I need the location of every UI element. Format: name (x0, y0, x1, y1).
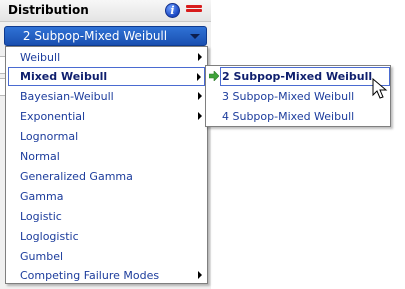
submenu-item-label: 2 Subpop-Mixed Weibull (222, 70, 373, 83)
info-icon[interactable]: i (165, 3, 180, 18)
menu-item-label: Loglogistic (20, 230, 79, 243)
submenu-item-3-subpop[interactable]: 3 Subpop-Mixed Weibull (220, 87, 390, 106)
menu-item-label: Gamma (20, 190, 64, 203)
chevron-down-icon[interactable] (190, 34, 200, 39)
menu-item-gamma[interactable]: Gamma (8, 187, 205, 206)
submenu-item-2-subpop[interactable]: 2 Subpop-Mixed Weibull (220, 67, 390, 86)
mixed-weibull-submenu: 2 Subpop-Mixed Weibull 3 Subpop-Mixed We… (205, 65, 391, 127)
submenu-item-4-subpop[interactable]: 4 Subpop-Mixed Weibull (220, 107, 390, 126)
selected-arrow-icon (209, 71, 219, 81)
submenu-arrow-icon (198, 271, 202, 279)
menu-item-weibull[interactable]: Weibull (8, 48, 205, 67)
menu-item-label: Generalized Gamma (20, 170, 133, 183)
menu-item-label: Lognormal (20, 130, 79, 143)
distribution-menu: Weibull Mixed Weibull Bayesian-Weibull E… (5, 46, 208, 284)
submenu-item-label: 3 Subpop-Mixed Weibull (222, 90, 355, 103)
menu-item-normal[interactable]: Normal (8, 147, 205, 166)
menu-item-generalized-gamma[interactable]: Generalized Gamma (8, 167, 205, 186)
submenu-item-label: 4 Subpop-Mixed Weibull (222, 110, 355, 123)
panel-header: Distribution i (0, 0, 211, 22)
submenu-arrow-icon (198, 92, 202, 100)
submenu-arrow-icon (197, 73, 201, 81)
submenu-arrow-icon (198, 53, 202, 61)
menu-item-logistic[interactable]: Logistic (8, 207, 205, 226)
menu-item-loglogistic[interactable]: Loglogistic (8, 227, 205, 246)
menu-item-label: Weibull (20, 51, 61, 64)
menu-item-lognormal[interactable]: Lognormal (8, 127, 205, 146)
dropdown-selected-value: 2 Subpop-Mixed Weibull (22, 29, 168, 43)
menu-item-label: Mixed Weibull (20, 70, 108, 83)
menu-icon[interactable] (186, 5, 202, 15)
menu-item-mixed-weibull[interactable]: Mixed Weibull (8, 67, 205, 86)
menu-item-label: Bayesian-Weibull (20, 90, 114, 103)
menu-item-label: Competing Failure Modes (20, 269, 160, 282)
menu-item-label: Logistic (20, 210, 62, 223)
menu-item-exponential[interactable]: Exponential (8, 107, 205, 126)
submenu-arrow-icon (198, 112, 202, 120)
menu-item-competing-failure-modes[interactable]: Competing Failure Modes (8, 266, 205, 285)
menu-item-bayesian-weibull[interactable]: Bayesian-Weibull (8, 87, 205, 106)
menu-item-label: Gumbel (20, 250, 64, 263)
menu-item-gumbel[interactable]: Gumbel (8, 247, 205, 266)
panel-title: Distribution (8, 3, 89, 17)
distribution-dropdown[interactable]: 2 Subpop-Mixed Weibull (4, 26, 207, 46)
menu-item-label: Normal (20, 150, 60, 163)
mouse-cursor-icon (372, 78, 388, 99)
menu-item-label: Exponential (20, 110, 86, 123)
